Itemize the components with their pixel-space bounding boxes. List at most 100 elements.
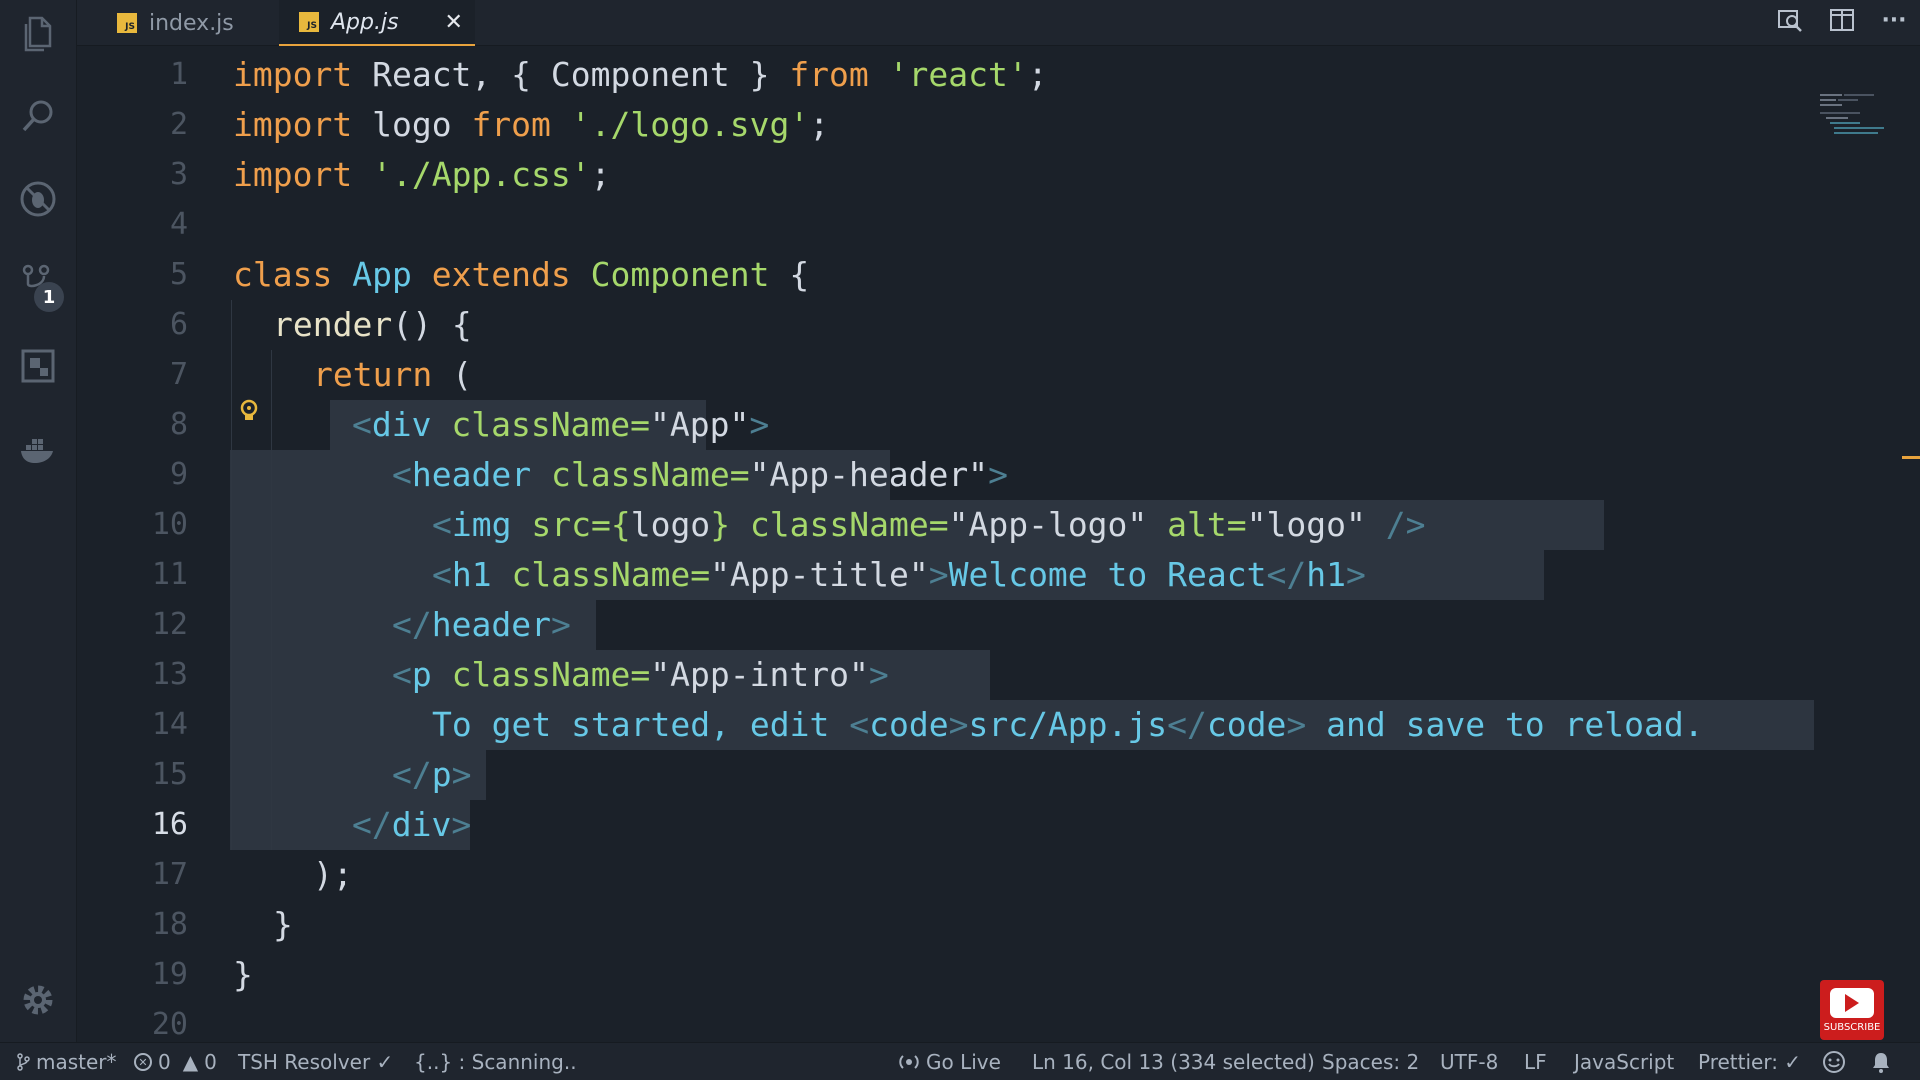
code-line[interactable]: 20: [78, 1000, 1858, 1042]
code-line-current[interactable]: 16 </div>: [78, 800, 1858, 850]
source-control-badge: 1: [34, 282, 64, 312]
js-file-icon: JS: [117, 13, 137, 33]
code-text: import logo from './logo.svg';: [233, 105, 830, 144]
code-line[interactable]: 17 );: [78, 850, 1858, 900]
problems-indicator[interactable]: ✕ 0 ▲ 0: [134, 1043, 217, 1080]
js-file-icon: JS: [299, 12, 319, 32]
activity-bar: 1: [0, 0, 77, 1042]
status-bar: master* ✕ 0 ▲ 0 TSH Resolver ✓ {..} : Sc…: [0, 1042, 1920, 1080]
code-text: import './App.css';: [233, 155, 611, 194]
error-count: 0: [158, 1050, 171, 1074]
code-text: class App extends Component {: [233, 255, 810, 294]
debug-icon[interactable]: [14, 175, 62, 223]
code-line[interactable]: 9 <header className="App-header">: [78, 450, 1858, 500]
extensions-icon[interactable]: [14, 342, 62, 390]
feedback-smiley-icon[interactable]: [1822, 1043, 1846, 1080]
line-number: 17: [151, 857, 188, 892]
error-icon: ✕: [134, 1053, 152, 1071]
line-number: 16: [151, 807, 188, 842]
line-ending[interactable]: LF: [1524, 1043, 1547, 1080]
code-text: import React, { Component } from 'react'…: [233, 55, 1048, 94]
editor-actions: ···: [1774, 0, 1910, 40]
cursor-position[interactable]: Ln 16, Col 13 (334 selected): [1032, 1043, 1315, 1080]
scanning-status: {..} : Scanning..: [414, 1050, 577, 1074]
search-icon[interactable]: [14, 92, 62, 140]
line-number: 9: [169, 457, 188, 492]
tab-index-js[interactable]: JS index.js: [97, 0, 275, 46]
code-text: <h1 className="App-title">Welcome to Rea…: [432, 555, 1366, 594]
line-number: 20: [151, 1007, 188, 1042]
subscribe-button[interactable]: SUBSCRIBE: [1820, 980, 1884, 1040]
line-number: 10: [151, 507, 188, 542]
warning-count: 0: [204, 1050, 217, 1074]
open-preview-icon[interactable]: [1774, 4, 1806, 36]
code-text: <div className="App">: [352, 405, 770, 444]
code-text: render() {: [273, 305, 472, 344]
line-number: 5: [169, 257, 188, 292]
close-icon[interactable]: ✕: [445, 10, 463, 35]
docker-icon[interactable]: [14, 425, 62, 473]
line-number: 14: [151, 707, 188, 742]
code-text: <img src={logo} className="App-logo" alt…: [432, 505, 1426, 544]
line-number: 13: [151, 657, 188, 692]
git-branch[interactable]: master*: [16, 1043, 117, 1080]
code-line[interactable]: 12 </header>: [78, 600, 1858, 650]
code-line[interactable]: 8 <div className="App">: [78, 400, 1858, 450]
line-number: 7: [169, 357, 188, 392]
prettier-status[interactable]: Prettier: ✓: [1698, 1043, 1801, 1080]
code-text: return (: [313, 355, 472, 394]
code-line[interactable]: 4: [78, 200, 1858, 250]
code-line[interactable]: 2 import logo from './logo.svg';: [78, 100, 1858, 150]
language-mode[interactable]: JavaScript: [1574, 1043, 1674, 1080]
code-line[interactable]: 1 import React, { Component } from 'reac…: [78, 50, 1858, 100]
line-number: 11: [151, 557, 188, 592]
code-text: );: [313, 855, 353, 894]
tsh-resolver[interactable]: TSH Resolver ✓: [238, 1043, 393, 1080]
code-line[interactable]: 13 <p className="App-intro">: [78, 650, 1858, 700]
play-icon: [1830, 987, 1874, 1018]
code-line[interactable]: 3 import './App.css';: [78, 150, 1858, 200]
warning-icon: ▲: [182, 1050, 199, 1074]
settings-gear-icon[interactable]: [14, 976, 62, 1024]
branch-name: master*: [36, 1050, 117, 1074]
code-line[interactable]: 15 </p>: [78, 750, 1858, 800]
code-line[interactable]: 5 class App extends Component {: [78, 250, 1858, 300]
code-text: <p className="App-intro">: [392, 655, 889, 694]
line-number: 4: [169, 207, 188, 242]
go-live-button[interactable]: Go Live: [898, 1043, 1001, 1080]
code-text: }: [273, 905, 293, 944]
tab-bar: JS index.js JS App.js ✕ ···: [77, 0, 1920, 46]
tab-label: App.js: [331, 9, 399, 35]
scrollbar-marker: [1902, 456, 1920, 459]
line-number: 1: [169, 57, 188, 92]
split-editor-icon[interactable]: [1826, 4, 1858, 36]
notification-bell-icon[interactable]: [1870, 1043, 1892, 1080]
code-line[interactable]: 19 }: [78, 950, 1858, 1000]
code-line[interactable]: 11 <h1 className="App-title">Welcome to …: [78, 550, 1858, 600]
code-text: </p>: [392, 755, 472, 794]
code-text: To get started, edit <code>src/App.js</c…: [432, 705, 1704, 744]
line-number: 15: [151, 757, 188, 792]
line-number: 12: [151, 607, 188, 642]
line-number: 18: [151, 907, 188, 942]
indentation[interactable]: Spaces: 2: [1322, 1043, 1419, 1080]
line-number: 8: [169, 407, 188, 442]
minimap[interactable]: [1820, 94, 1890, 144]
code-text: }: [233, 955, 253, 994]
broadcast-icon: [899, 1055, 919, 1069]
code-text: <header className="App-header">: [392, 455, 1008, 494]
code-line[interactable]: 10 <img src={logo} className="App-logo" …: [78, 500, 1858, 550]
code-line[interactable]: 18 }: [78, 900, 1858, 950]
encoding[interactable]: UTF-8: [1440, 1043, 1498, 1080]
git-branch-icon: [17, 1053, 30, 1071]
more-actions-icon[interactable]: ···: [1878, 4, 1910, 36]
tab-label: index.js: [149, 10, 234, 36]
code-line[interactable]: 14 To get started, edit <code>src/App.js…: [78, 700, 1858, 750]
code-line[interactable]: 6 render() {: [78, 300, 1858, 350]
tab-app-js[interactable]: JS App.js ✕: [279, 0, 475, 46]
code-editor[interactable]: 1 import React, { Component } from 'reac…: [78, 46, 1920, 1042]
line-number: 6: [169, 307, 188, 342]
code-line[interactable]: 7 return (: [78, 350, 1858, 400]
subscribe-label: SUBSCRIBE: [1823, 1021, 1881, 1033]
explorer-icon[interactable]: [14, 8, 62, 56]
